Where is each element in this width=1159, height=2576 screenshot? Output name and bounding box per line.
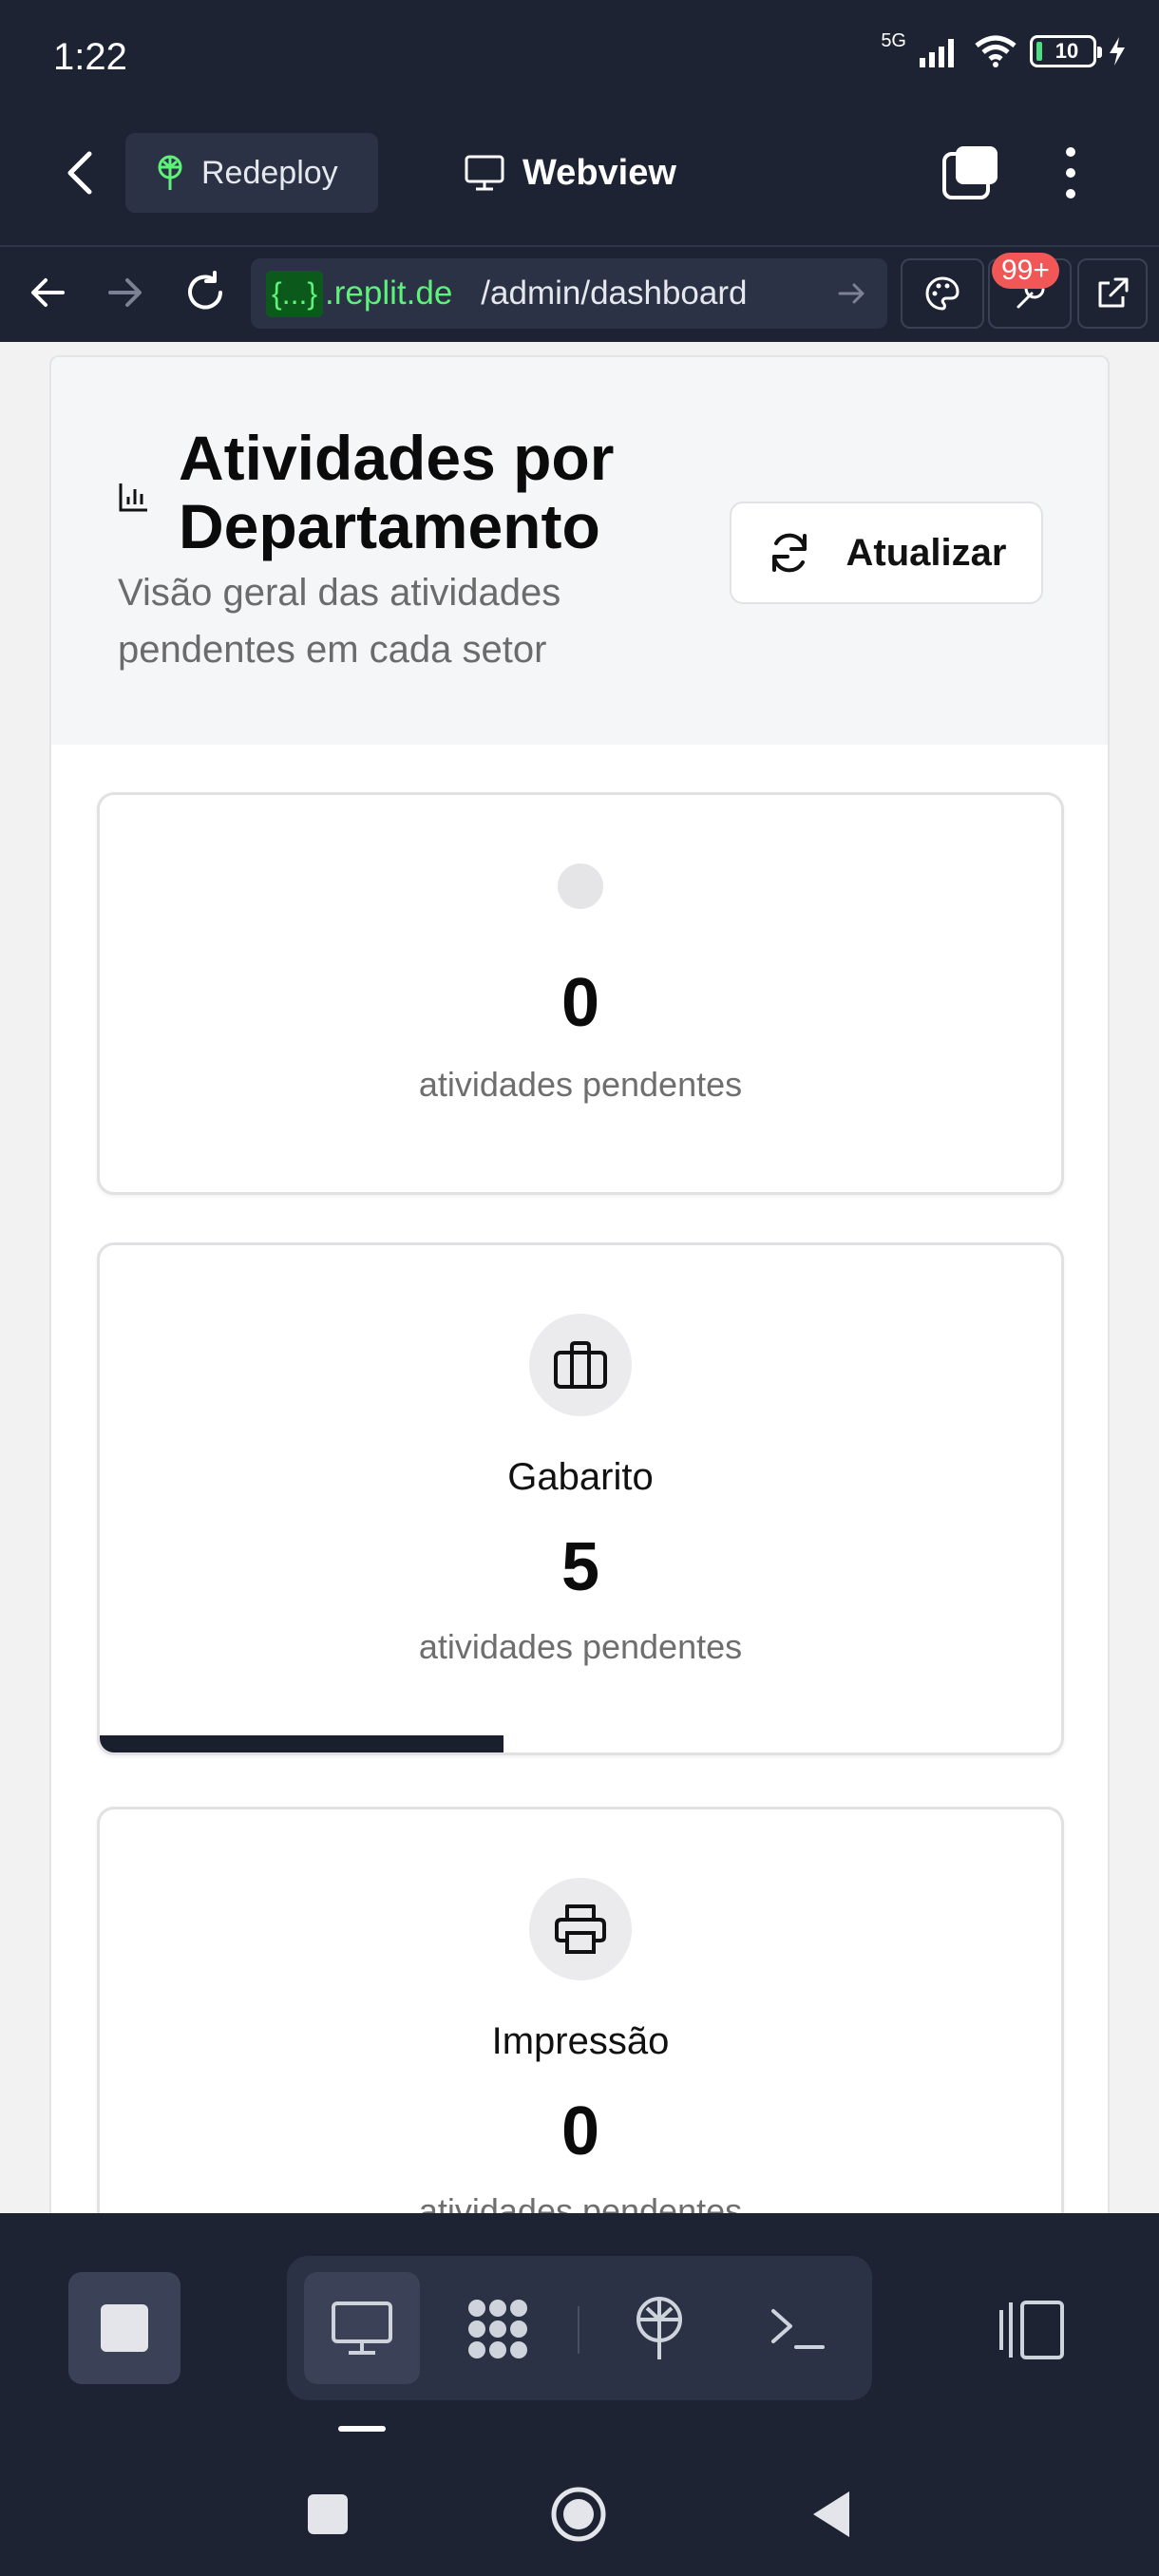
page-title: Atividades por Departamento xyxy=(179,423,615,561)
status-time: 1:22 xyxy=(53,36,127,78)
back-button[interactable] xyxy=(59,144,101,201)
page-description: Visão geral das atividades pendentes em … xyxy=(118,572,561,671)
department-card[interactable]: Gabarito 5 atividades pendentes xyxy=(97,1242,1064,1755)
monitor-icon xyxy=(332,2301,392,2355)
refresh-icon xyxy=(771,533,807,573)
briefcase-icon-wrap xyxy=(529,1314,632,1416)
deploy-icon xyxy=(636,2297,682,2359)
pending-label: atividades pendentes xyxy=(418,1065,743,1104)
go-arrow-icon[interactable] xyxy=(836,277,868,310)
department-card[interactable]: 0 atividades pendentes xyxy=(97,792,1064,1195)
tabs-button[interactable] xyxy=(940,142,1001,203)
more-vertical-icon xyxy=(1066,147,1075,199)
webview-content: Atividades por Departamento Visão geral … xyxy=(0,342,1159,2213)
tool-divider xyxy=(578,2306,580,2354)
pending-label: atividades pendentes xyxy=(418,1627,743,1666)
square-icon xyxy=(308,2494,348,2534)
deploy-tool-button[interactable] xyxy=(621,2291,697,2367)
status-icons: 5G 10 xyxy=(881,30,1127,68)
arrow-left-icon xyxy=(31,278,65,307)
bar-chart-icon xyxy=(119,483,147,512)
department-name: Impressão xyxy=(491,2020,670,2062)
wifi-icon xyxy=(975,35,1016,67)
home-indicator xyxy=(338,2426,386,2432)
more-menu-button[interactable] xyxy=(1056,142,1085,203)
redeploy-button[interactable]: Redeploy xyxy=(125,133,378,213)
tabs-icon xyxy=(942,146,998,199)
network-label: 5G xyxy=(881,30,906,51)
reload-icon xyxy=(188,271,222,310)
pending-count: 0 xyxy=(560,965,600,1041)
open-external-button[interactable] xyxy=(1077,258,1148,329)
department-card[interactable]: Impressão 0 atividades pendentes xyxy=(97,1807,1064,2213)
deploy-icon xyxy=(158,155,182,190)
panel-header: Atividades por Departamento Visão geral … xyxy=(51,357,1108,745)
agent-icon xyxy=(468,2300,527,2358)
stop-icon xyxy=(101,2304,148,2352)
monitor-icon xyxy=(465,155,504,191)
progress-bar xyxy=(100,1735,504,1752)
department-name: Gabarito xyxy=(507,1456,654,1498)
redeploy-label: Redeploy xyxy=(201,154,338,191)
placeholder-icon xyxy=(558,863,603,909)
pending-label: atividades pendentes xyxy=(418,2191,743,2213)
webview-label: Webview xyxy=(522,152,676,193)
pending-count: 5 xyxy=(560,1529,600,1605)
devtools-badge: 99+ xyxy=(992,253,1059,289)
panels-button[interactable] xyxy=(998,2297,1068,2363)
external-link-icon xyxy=(1098,277,1129,308)
browser-forward-button[interactable] xyxy=(104,272,146,313)
refresh-label: Atualizar xyxy=(846,531,1007,574)
printer-icon xyxy=(555,1904,606,1954)
terminal-icon xyxy=(771,2309,825,2349)
printer-icon-wrap xyxy=(529,1878,632,1980)
system-back-button[interactable] xyxy=(798,2481,864,2548)
battery-icon: 10 xyxy=(1030,35,1102,67)
pending-count: 0 xyxy=(560,2093,600,2169)
home-circle-icon xyxy=(551,2487,606,2542)
url-bar[interactable]: {...} .replit.de /admin/dashboard xyxy=(251,258,887,329)
browser-back-button[interactable] xyxy=(27,272,68,313)
theme-button[interactable] xyxy=(901,258,984,329)
battery-level: 10 xyxy=(1054,39,1079,63)
reload-button[interactable] xyxy=(182,270,228,315)
stop-button[interactable] xyxy=(68,2272,180,2384)
briefcase-icon xyxy=(554,1341,607,1389)
palette-icon xyxy=(925,276,960,311)
agent-tool-button[interactable] xyxy=(460,2291,536,2367)
arrow-right-icon xyxy=(108,278,142,307)
url-badge: {...} xyxy=(266,270,324,317)
refresh-button[interactable]: Atualizar xyxy=(730,502,1043,604)
chevron-left-icon xyxy=(67,151,92,195)
triangle-back-icon xyxy=(813,2491,849,2537)
url-path: /admin/dashboard xyxy=(481,275,748,312)
shell-tool-button[interactable] xyxy=(760,2291,836,2367)
charging-icon xyxy=(1110,37,1125,66)
recents-button[interactable] xyxy=(294,2481,361,2548)
url-domain: .replit.de xyxy=(325,275,453,312)
home-button[interactable] xyxy=(545,2481,612,2548)
webview-tool-button[interactable] xyxy=(324,2291,400,2367)
panels-icon xyxy=(999,2301,1064,2359)
signal-icon xyxy=(920,39,954,67)
webview-tab[interactable]: Webview xyxy=(464,142,676,203)
department-activity-panel: Atividades por Departamento Visão geral … xyxy=(49,355,1110,2213)
